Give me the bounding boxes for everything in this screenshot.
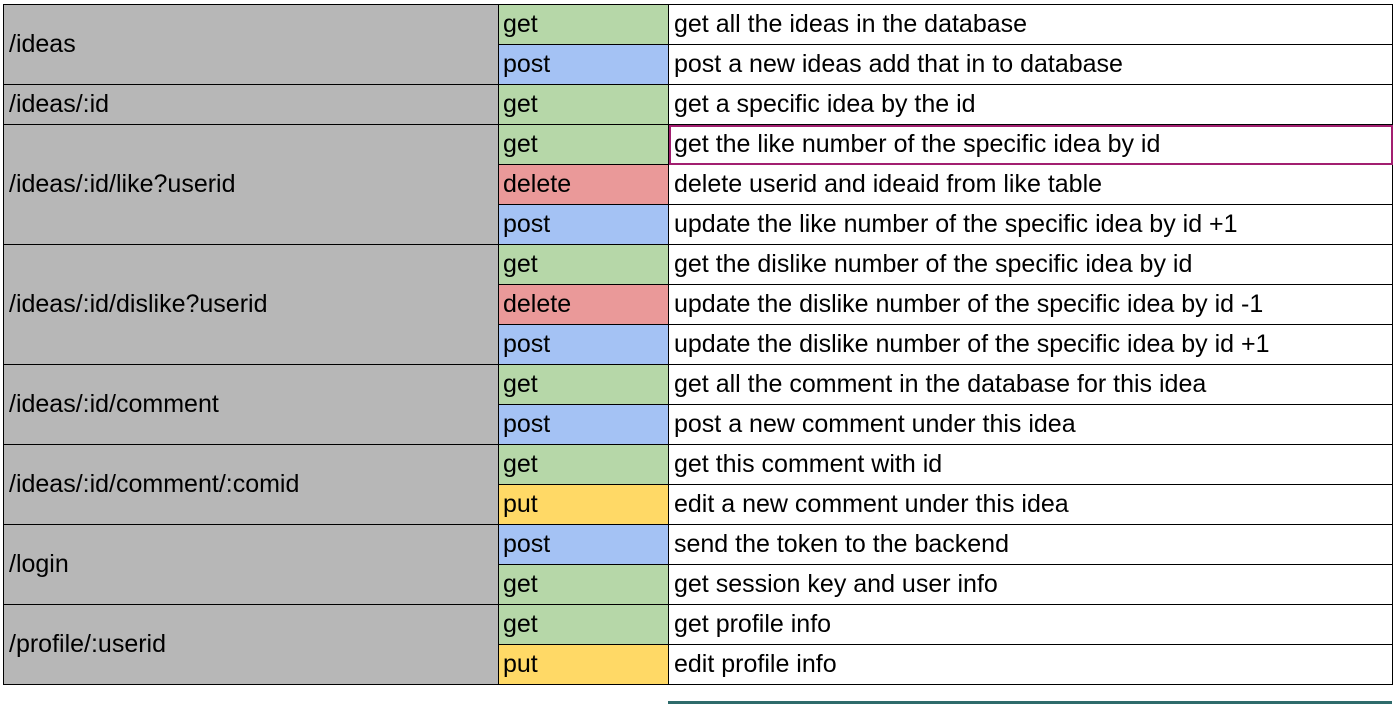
http-method-cell[interactable]: put — [498, 644, 669, 685]
http-method-cell[interactable]: post — [498, 44, 669, 85]
http-method-cell[interactable]: post — [498, 524, 669, 565]
description-cell[interactable]: update the dislike number of the specifi… — [668, 324, 1393, 365]
table-row: /ideas/:id get get a specific idea by the … — [3, 84, 1393, 125]
description-cell[interactable]: get profile info — [668, 604, 1393, 645]
route-path-cell[interactable]: /ideas/:id/dislike?userid — [3, 244, 499, 365]
http-method-cell[interactable]: get — [498, 364, 669, 405]
description-cell[interactable]: post a new ideas add that in to database — [668, 44, 1393, 85]
table-row: /ideas/:id/dislike?userid get get the disl… — [3, 244, 1393, 365]
description-cell[interactable]: update the dislike number of the specifi… — [668, 284, 1393, 325]
table-row: /ideas get get all the ideas in the databa… — [3, 4, 1393, 85]
description-cell[interactable]: get a specific idea by the id — [668, 84, 1393, 125]
table-row: /profile/:userid get get profile info — [3, 604, 1393, 685]
description-cell[interactable]: get the dislike number of the specific i… — [668, 244, 1393, 285]
http-method-cell[interactable]: get — [498, 124, 669, 165]
route-path-cell[interactable]: /login — [3, 524, 499, 605]
http-method-cell[interactable]: post — [498, 204, 669, 245]
http-method-cell[interactable]: post — [498, 324, 669, 365]
http-method-cell[interactable]: delete — [498, 164, 669, 205]
http-method-cell[interactable]: get — [498, 604, 669, 645]
cell-edge-highlight — [668, 701, 1392, 704]
table-row: /ideas/:id/like?userid get get the like nu… — [3, 124, 1393, 245]
description-cell[interactable]: get session key and user info — [668, 564, 1393, 605]
http-method-cell[interactable]: put — [498, 484, 669, 525]
route-path-cell[interactable]: /ideas/:id/comment — [3, 364, 499, 445]
route-path-cell[interactable]: /ideas/:id/comment/:comid — [3, 444, 499, 525]
table-row: /ideas/:id/comment/:comid get get this com… — [3, 444, 1393, 525]
table-body: /ideas get get all the ideas in the databa… — [3, 4, 1393, 685]
description-cell[interactable]: edit profile info — [668, 644, 1393, 685]
http-method-cell[interactable]: get — [498, 4, 669, 45]
description-cell[interactable]: delete userid and ideaid from like table — [668, 164, 1393, 205]
route-path-cell[interactable]: /profile/:userid — [3, 604, 499, 685]
http-method-cell[interactable]: get — [498, 244, 669, 285]
table-row: /login post send the token to the backend — [3, 524, 1393, 605]
http-method-cell[interactable]: get — [498, 84, 669, 125]
route-path-cell[interactable]: /ideas/:id — [3, 84, 499, 125]
http-method-cell[interactable]: post — [498, 404, 669, 445]
description-cell[interactable]: get all the ideas in the database — [668, 4, 1393, 45]
route-path-cell[interactable]: /ideas — [3, 4, 499, 85]
description-cell[interactable]: post a new comment under this idea — [668, 404, 1393, 445]
api-routes-table: /ideas get get all the ideas in the databa… — [3, 4, 1393, 685]
description-cell[interactable]: send the token to the backend — [668, 524, 1393, 565]
description-cell[interactable]: get all the comment in the database for … — [668, 364, 1393, 405]
route-path-cell[interactable]: /ideas/:id/like?userid — [3, 124, 499, 245]
http-method-cell[interactable]: get — [498, 444, 669, 485]
description-cell[interactable]: get this comment with id — [668, 444, 1393, 485]
description-cell[interactable]: update the like number of the specific i… — [668, 204, 1393, 245]
http-method-cell[interactable]: delete — [498, 284, 669, 325]
table-row: /ideas/:id/comment get get all the comment… — [3, 364, 1393, 445]
http-method-cell[interactable]: get — [498, 564, 669, 605]
description-cell[interactable]: edit a new comment under this idea — [668, 484, 1393, 525]
selected-description-cell[interactable]: get the like number of the specific idea… — [668, 124, 1393, 165]
